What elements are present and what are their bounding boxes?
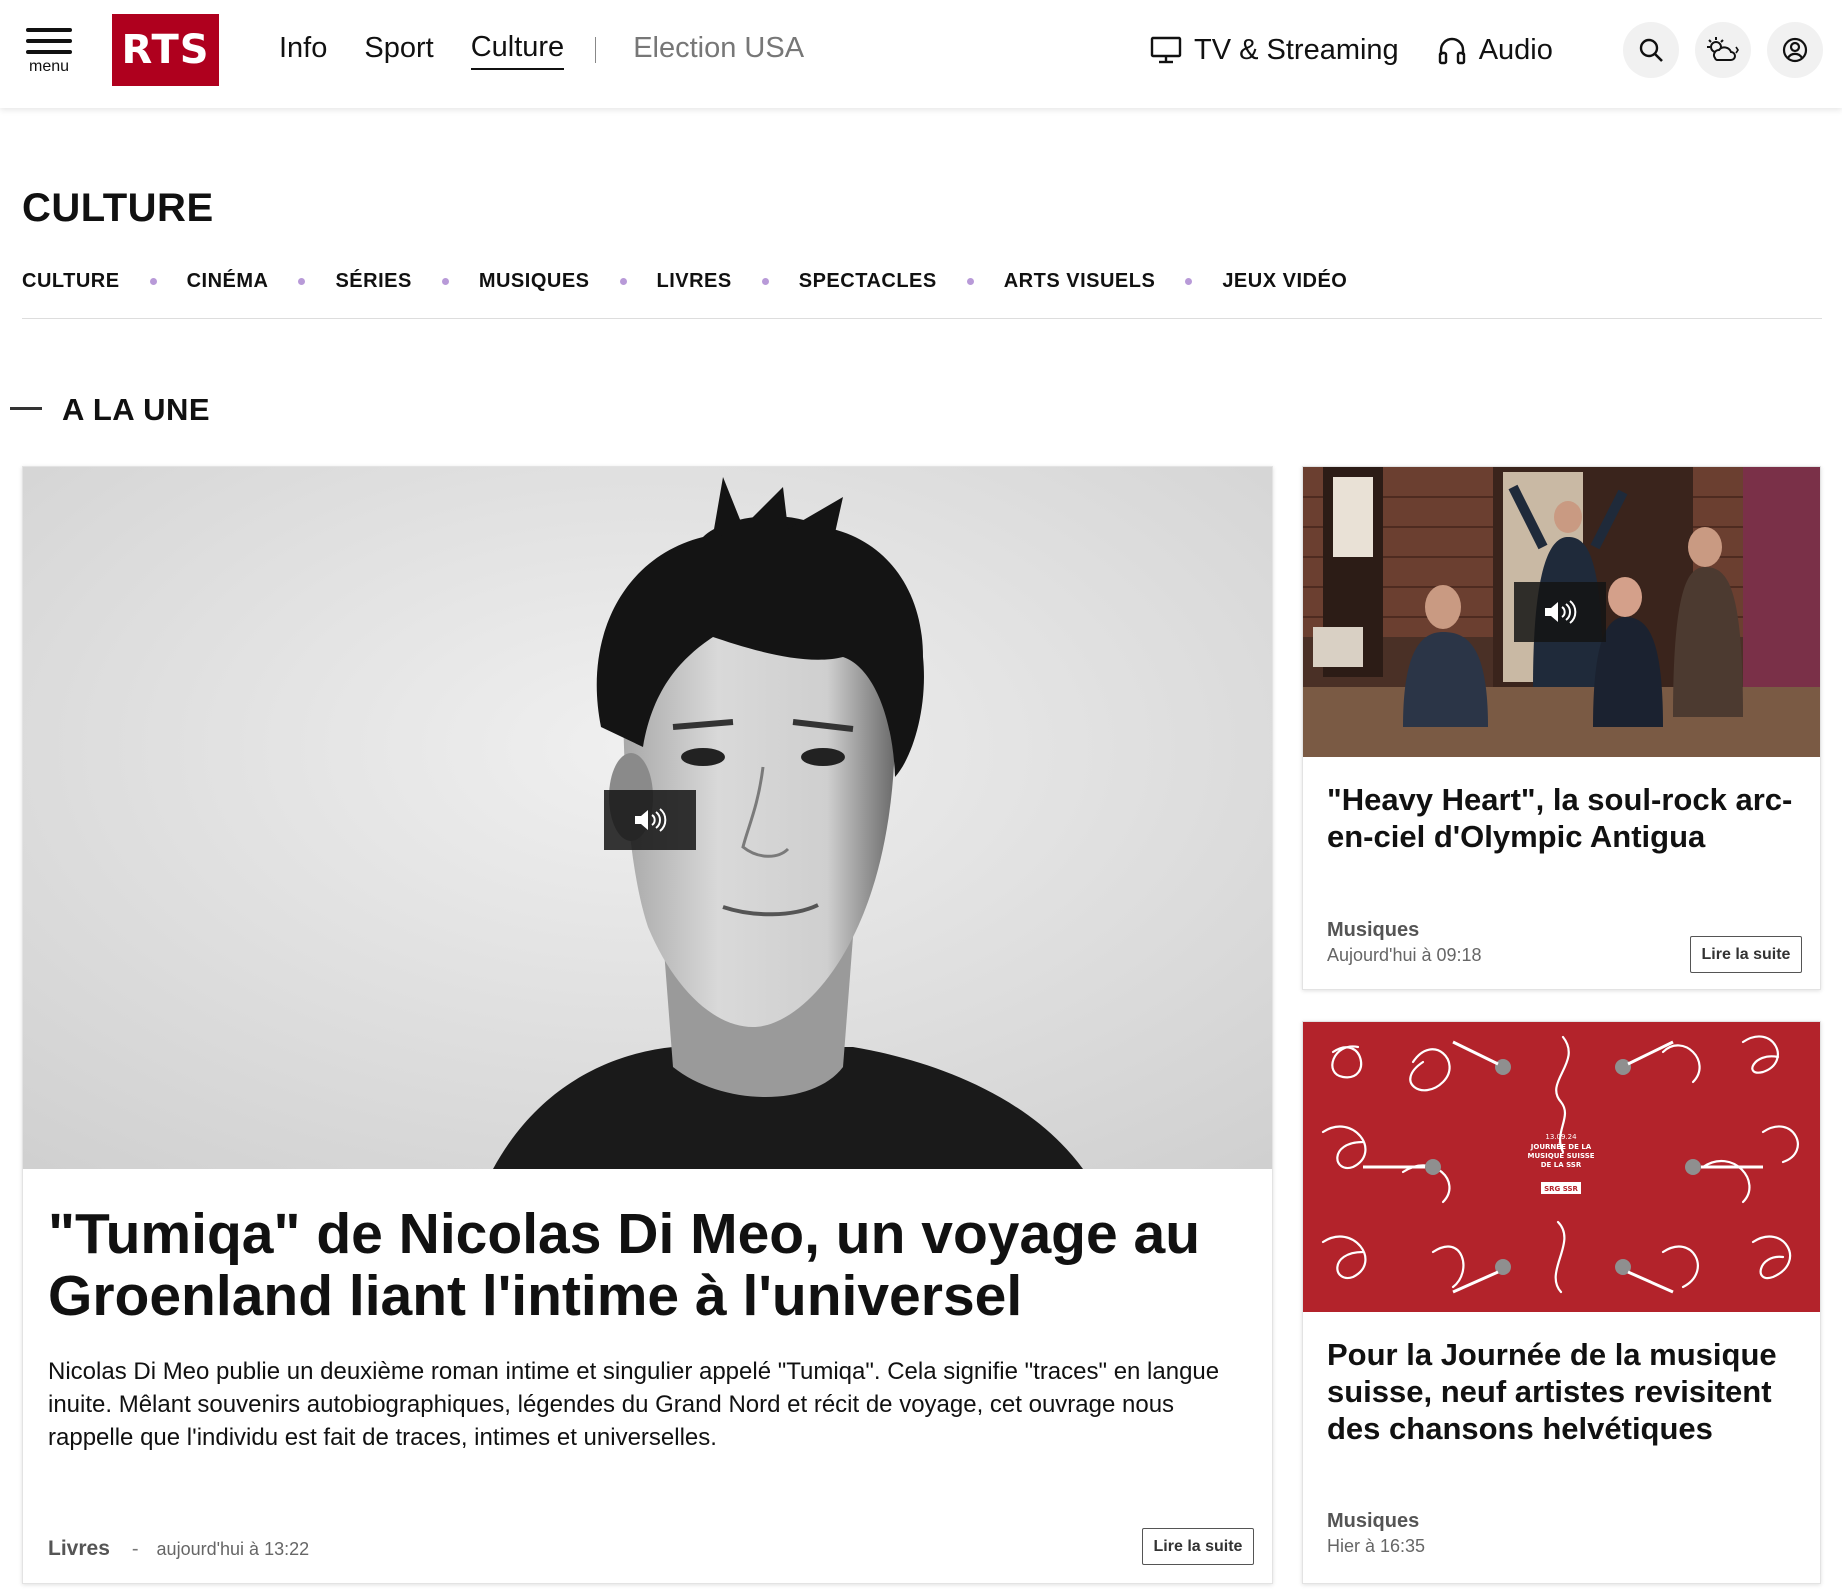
hamburger-icon xyxy=(26,28,72,32)
weather-icon xyxy=(1707,37,1739,61)
main-nav: Info Sport Culture Election USA xyxy=(279,30,841,70)
nav-election-usa[interactable]: Election USA xyxy=(633,32,804,69)
poster-line-1: JOURNÉE DE LA xyxy=(1530,1142,1592,1151)
article-rubric[interactable]: Musiques xyxy=(1327,919,1419,942)
hamburger-icon-line xyxy=(26,39,72,43)
side-article-headline[interactable]: "Heavy Heart", la soul-rock arc-en-ciel … xyxy=(1327,781,1802,855)
meta-separator: - xyxy=(131,1537,139,1560)
weather-button[interactable] xyxy=(1695,22,1751,78)
side-article-card[interactable]: "Heavy Heart", la soul-rock arc-en-ciel … xyxy=(1302,466,1821,990)
hamburger-icon-line xyxy=(26,50,72,54)
article-date: aujourd'hui à 13:22 xyxy=(156,1538,310,1559)
user-icon xyxy=(1782,37,1808,63)
speaker-icon xyxy=(635,808,667,832)
side-article-image[interactable]: 13.09.24 JOURNÉE DE LA MUSIQUE SUISSE DE… xyxy=(1303,1022,1820,1312)
media-nav: TV & Streaming Audio xyxy=(1150,30,1591,70)
side-article-card[interactable]: 13.09.24 JOURNÉE DE LA MUSIQUE SUISSE DE… xyxy=(1302,1021,1821,1584)
subnav-dot xyxy=(149,277,157,285)
subnav-dot xyxy=(966,277,974,285)
audio-badge[interactable] xyxy=(604,790,696,850)
subnav-dot xyxy=(761,277,769,285)
nav-info[interactable]: Info xyxy=(279,32,327,69)
page-title: CULTURE xyxy=(22,186,214,230)
article-date: Hier à 16:35 xyxy=(1327,1536,1426,1556)
poster-illustration: 13.09.24 JOURNÉE DE LA MUSIQUE SUISSE DE… xyxy=(1303,1022,1820,1312)
side-article-image[interactable] xyxy=(1303,467,1820,757)
article-rubric[interactable]: Musiques xyxy=(1327,1510,1419,1533)
culture-subnav: CULTURE CINÉMA SÉRIES MUSIQUES LIVRES SP… xyxy=(22,266,1347,296)
subnav-cinema[interactable]: CINÉMA xyxy=(187,270,269,293)
read-more-button[interactable]: Lire la suite xyxy=(1690,936,1802,973)
subnav-livres[interactable]: LIVRES xyxy=(657,270,732,293)
tv-streaming-label: TV & Streaming xyxy=(1194,33,1399,66)
subnav-dot xyxy=(619,277,627,285)
top-navigation-bar: menu RTS Info Sport Culture Election USA… xyxy=(0,0,1842,108)
poster-badge: SRG SSR xyxy=(1544,1185,1578,1193)
subnav-spectacles[interactable]: SPECTACLES xyxy=(799,270,937,293)
poster-date: 13.09.24 xyxy=(1545,1133,1577,1141)
audio-label: Audio xyxy=(1478,33,1553,66)
section-dash xyxy=(10,407,42,410)
tv-icon xyxy=(1150,36,1182,64)
speaker-icon xyxy=(1545,600,1577,624)
poster-line-3: DE LA SSR xyxy=(1541,1161,1582,1169)
audio-link[interactable]: Audio xyxy=(1437,34,1553,67)
subnav-arts-visuels[interactable]: ARTS VISUELS xyxy=(1004,270,1156,293)
side-article-headline[interactable]: Pour la Journée de la musique suisse, ne… xyxy=(1327,1336,1802,1447)
article-date: Aujourd'hui à 09:18 xyxy=(1327,945,1482,965)
menu-button[interactable]: menu xyxy=(26,28,72,76)
main-article-image[interactable] xyxy=(23,467,1272,1169)
nav-culture[interactable]: Culture xyxy=(470,31,565,70)
logo-text: RTS xyxy=(121,27,210,73)
main-article-card[interactable]: "Tumiqa" de Nicolas Di Meo, un voyage au… xyxy=(22,466,1273,1584)
headphones-icon xyxy=(1438,37,1465,65)
menu-label: menu xyxy=(28,58,70,75)
account-button[interactable] xyxy=(1767,22,1823,78)
audio-badge[interactable] xyxy=(1514,582,1606,642)
subnav-series[interactable]: SÉRIES xyxy=(335,270,411,293)
main-article-lead: Nicolas Di Meo publie un deuxième roman … xyxy=(48,1358,1220,1451)
main-article-meta: Livres - aujourd'hui à 13:22 xyxy=(48,1537,309,1561)
search-icon xyxy=(1639,38,1663,62)
rts-logo[interactable]: RTS xyxy=(112,14,219,86)
subnav-divider xyxy=(22,318,1822,319)
a-la-une-heading: A LA UNE xyxy=(62,392,211,427)
subnav-dot xyxy=(441,277,449,285)
subnav-dot xyxy=(1185,277,1193,285)
subnav-musiques[interactable]: MUSIQUES xyxy=(479,270,590,293)
article-rubric[interactable]: Livres xyxy=(48,1537,110,1561)
search-button[interactable] xyxy=(1623,22,1679,78)
read-more-button[interactable]: Lire la suite xyxy=(1142,1528,1254,1565)
nav-sport[interactable]: Sport xyxy=(364,32,433,69)
subnav-dot xyxy=(298,277,306,285)
subnav-culture[interactable]: CULTURE xyxy=(22,270,120,293)
tv-streaming-link[interactable]: TV & Streaming xyxy=(1150,34,1399,67)
main-article-headline[interactable]: "Tumiqa" de Nicolas Di Meo, un voyage au… xyxy=(48,1203,1248,1327)
nav-separator xyxy=(595,37,597,63)
poster-line-2: MUSIQUE SUISSE xyxy=(1527,1152,1594,1160)
subnav-jeux-video[interactable]: JEUX VIDÉO xyxy=(1222,270,1347,293)
